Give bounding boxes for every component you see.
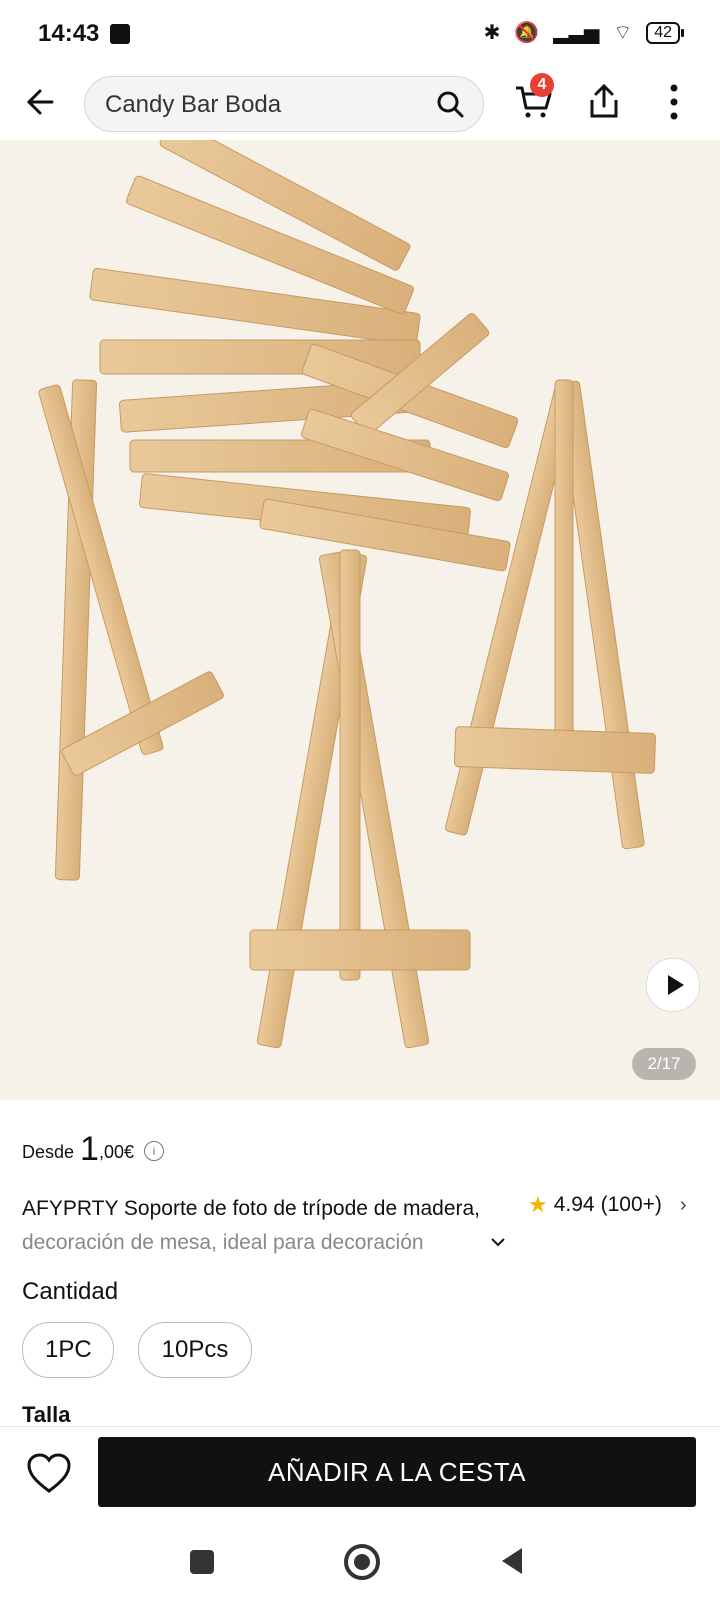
info-icon[interactable]: i — [144, 1141, 164, 1161]
price-decimals: ,00€ — [98, 1142, 134, 1162]
wooden-easels-illustration — [38, 140, 656, 1049]
more-vertical-icon[interactable] — [654, 82, 694, 122]
search-bar[interactable] — [84, 76, 484, 133]
status-icons: ✱ 🔕 ▂▃▅ ⌔ 42 — [483, 20, 684, 45]
system-navigation-bar — [0, 1530, 720, 1600]
battery-icon: 42 — [646, 21, 684, 44]
mute-icon: 🔕 — [514, 22, 540, 44]
play-video-button[interactable] — [646, 958, 700, 1012]
back-arrow-icon[interactable] — [22, 82, 62, 122]
product-title-line1: AFYPRTY Soporte de foto de trípode de ma… — [22, 1197, 481, 1220]
wifi-icon: ⌔ — [613, 22, 633, 44]
quantity-options: 1PC 10Pcs — [22, 1322, 252, 1378]
quantity-label: Cantidad — [22, 1278, 119, 1305]
price-main: 1 — [80, 1130, 99, 1168]
add-to-cart-button[interactable]: AÑADIR A LA CESTA — [98, 1437, 696, 1507]
bluetooth-icon: ✱ — [483, 22, 501, 44]
product-image[interactable] — [0, 140, 720, 1100]
home-icon[interactable] — [344, 1544, 380, 1580]
price: Desde 1 ,00€ i — [22, 1130, 164, 1169]
cart-count-badge: 4 — [530, 73, 554, 97]
app-header: 4 — [0, 70, 720, 140]
rating[interactable]: ★ 4.94 (100+) › — [528, 1192, 687, 1218]
image-counter: 2/17 — [632, 1048, 696, 1080]
star-icon: ★ — [528, 1192, 548, 1217]
signal-icon: ▂▃▅ — [553, 22, 600, 44]
search-icon[interactable] — [435, 89, 465, 119]
quantity-option-1pc[interactable]: 1PC — [22, 1322, 114, 1378]
recent-apps-icon[interactable] — [190, 1550, 214, 1574]
heart-icon[interactable] — [24, 1449, 74, 1499]
product-title-line2: decoración de mesa, ideal para decoració… — [22, 1231, 424, 1254]
quantity-option-10pcs[interactable]: 10Pcs — [138, 1322, 252, 1378]
system-back-icon[interactable] — [502, 1548, 522, 1574]
status-time: 14:43 — [38, 20, 100, 47]
search-input[interactable] — [103, 77, 427, 133]
chevron-right-icon: › — [679, 1193, 687, 1216]
product-title[interactable]: AFYPRTY Soporte de foto de trípode de ma… — [22, 1192, 512, 1260]
review-count: (100+) — [600, 1193, 662, 1216]
chevron-down-icon[interactable] — [488, 1232, 508, 1252]
share-icon[interactable] — [584, 82, 624, 122]
size-label: Talla — [22, 1402, 71, 1427]
upload-notification-icon — [110, 24, 130, 44]
price-prefix: Desde — [22, 1142, 75, 1162]
bottom-action-bar: AÑADIR A LA CESTA — [0, 1426, 720, 1531]
play-icon — [668, 975, 684, 995]
rating-value: 4.94 — [553, 1193, 595, 1216]
status-bar: 14:43 ✱ 🔕 ▂▃▅ ⌔ 42 — [0, 0, 720, 70]
